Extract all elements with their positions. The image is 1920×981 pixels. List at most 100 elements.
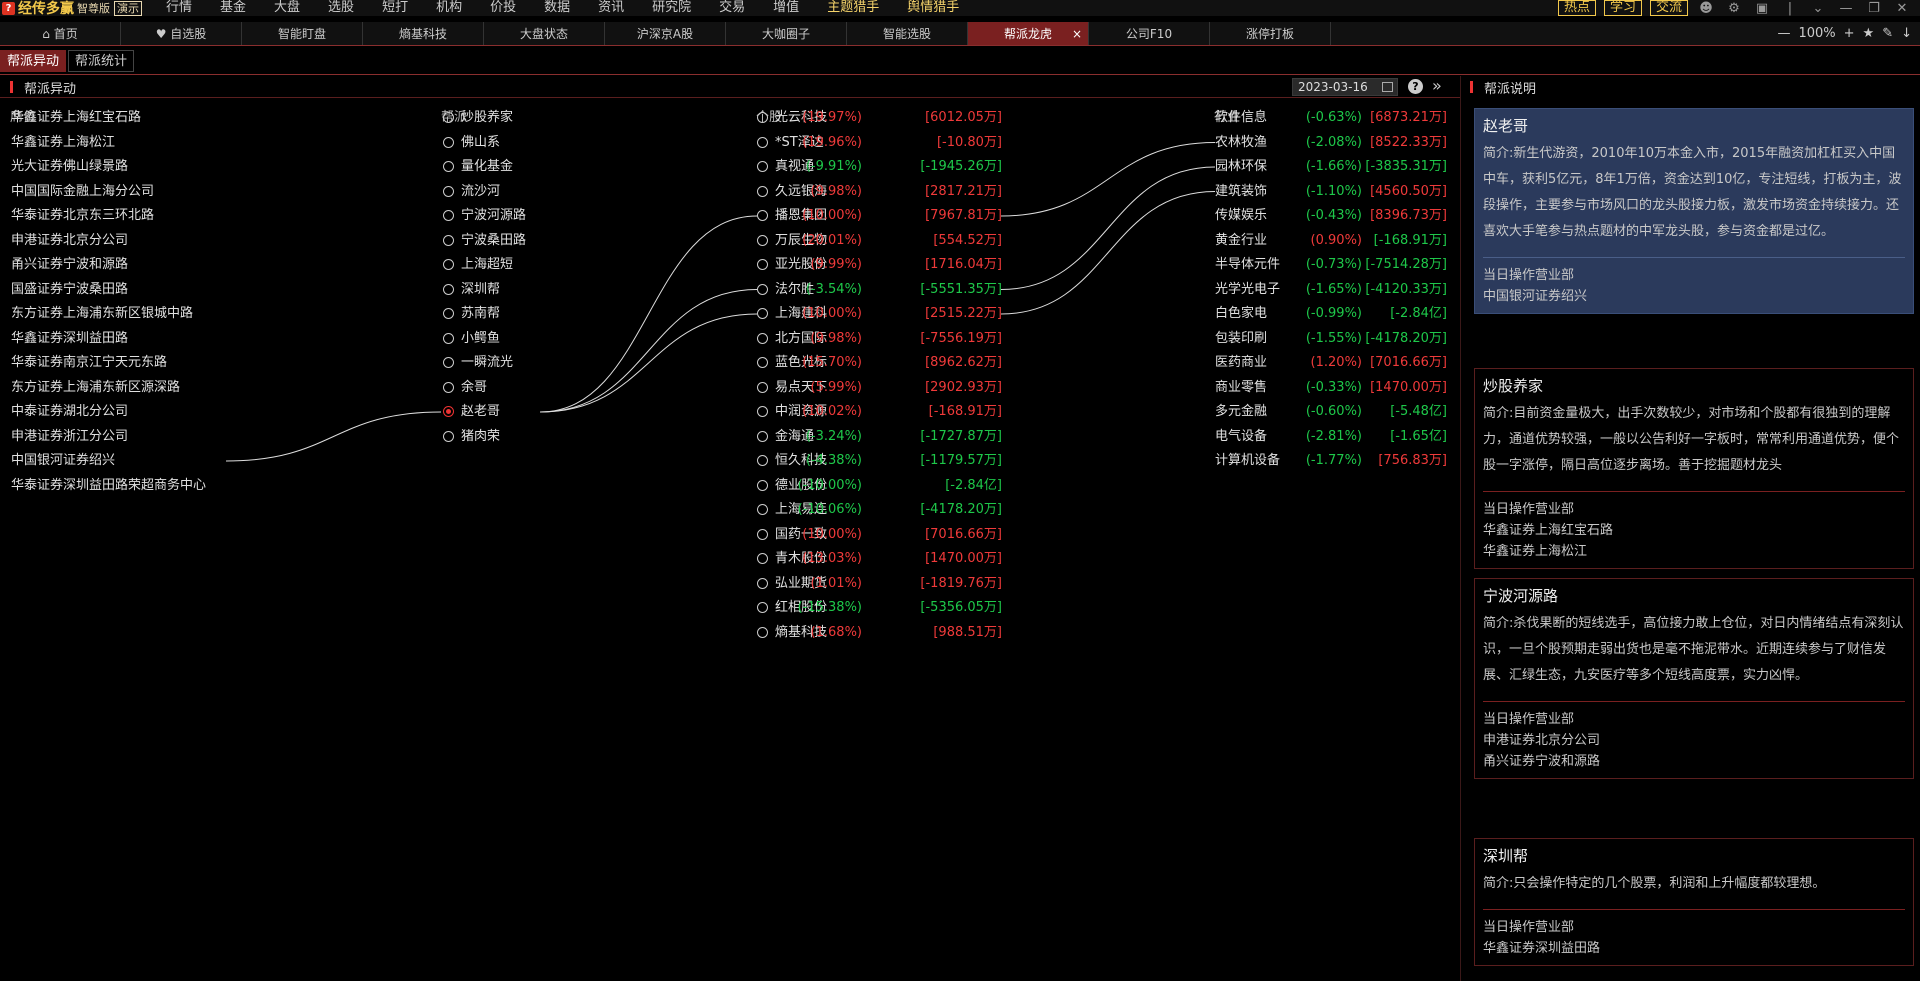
- industry-row[interactable]: 计算机设备 (-1.77%) [756.83万]: [1215, 451, 1447, 471]
- tab-item[interactable]: ♥ 自选股: [121, 22, 242, 45]
- stock-row[interactable]: 易点天下 (5.99%) [2902.93万]: [757, 378, 1002, 398]
- seat-row[interactable]: 申港证券浙江分公司: [11, 427, 128, 447]
- gang-card[interactable]: 深圳帮 简介:只会操作特定的几个股票，利润和上升幅度都较理想。 当日操作营业部 华鑫证…: [1474, 838, 1914, 966]
- seat-row[interactable]: 甬兴证券宁波和源路: [11, 255, 128, 275]
- tab-item[interactable]: 涨停打板: [1210, 22, 1331, 45]
- stock-radio[interactable]: [757, 430, 768, 442]
- stock-row[interactable]: 青木股份 (13.03%) [1470.00万]: [757, 549, 1002, 569]
- industry-row[interactable]: 建筑装饰 (-1.10%) [4560.50万]: [1215, 182, 1447, 202]
- menu-item[interactable]: 交易: [705, 0, 759, 16]
- stock-radio[interactable]: [757, 112, 768, 123]
- seat-row[interactable]: 中泰证券湖北分公司: [11, 402, 128, 422]
- stock-row[interactable]: 国药一致 (10.00%) [7016.66万]: [757, 525, 1002, 545]
- gang-row[interactable]: 宁波桑田路: [443, 231, 563, 251]
- seat-row[interactable]: 中国银河证券绍兴: [11, 451, 115, 471]
- gang-row[interactable]: 余哥: [443, 378, 563, 398]
- industry-row[interactable]: 包装印刷 (-1.55%) [-4178.20万]: [1215, 329, 1447, 349]
- menu-item[interactable]: 机构: [422, 0, 476, 16]
- gang-row[interactable]: 赵老哥: [443, 402, 563, 422]
- layout-icon[interactable]: ▣: [1752, 1, 1772, 16]
- stock-radio[interactable]: [757, 406, 768, 417]
- stock-radio[interactable]: [757, 553, 768, 564]
- sub-tab[interactable]: 帮派统计: [68, 50, 135, 72]
- gang-card[interactable]: 炒股养家 简介:目前资金量极大，出手次数较少，对市场和个股都有很独到的理解力，通道…: [1474, 368, 1914, 569]
- gang-row[interactable]: 小鳄鱼: [443, 329, 563, 349]
- seat-row[interactable]: 东方证券上海浦东新区源深路: [11, 378, 180, 398]
- gang-radio[interactable]: [443, 136, 454, 148]
- stock-radio[interactable]: [757, 381, 768, 393]
- edit-icon[interactable]: ✎: [1882, 26, 1893, 41]
- gang-radio[interactable]: [443, 381, 454, 393]
- industry-row[interactable]: 光学光电子 (-1.65%) [-4120.33万]: [1215, 280, 1447, 300]
- stock-radio[interactable]: [757, 283, 768, 295]
- gang-radio[interactable]: [443, 357, 454, 368]
- stock-row[interactable]: 上海易连 (-10.06%) [-4178.20万]: [757, 500, 1002, 520]
- stock-radio[interactable]: [757, 577, 768, 589]
- menu-item[interactable]: 行情: [152, 0, 206, 16]
- menu-item[interactable]: 大盘: [260, 0, 314, 16]
- gang-row[interactable]: 佛山系: [443, 133, 563, 153]
- gang-radio[interactable]: [443, 185, 454, 197]
- stock-row[interactable]: 光云科技 (19.97%) [6012.05万]: [757, 108, 1002, 128]
- menu-item[interactable]: 选股: [314, 0, 368, 16]
- stock-row[interactable]: 弘业期货 (1.01%) [-1819.76万]: [757, 574, 1002, 594]
- seat-row[interactable]: 光大证券佛山绿景路: [11, 157, 128, 177]
- date-picker[interactable]: 2023-03-16: [1292, 78, 1398, 96]
- gang-row[interactable]: 上海超短: [443, 255, 563, 275]
- user-icon[interactable]: ☻: [1696, 1, 1716, 16]
- seat-row[interactable]: 东方证券上海浦东新区银城中路: [11, 304, 193, 324]
- gang-row[interactable]: 深圳帮: [443, 280, 563, 300]
- tab-item[interactable]: 沪深京A股: [605, 22, 726, 45]
- gang-row[interactable]: 猪肉荣: [443, 427, 563, 447]
- menu-item[interactable]: 价投: [476, 0, 530, 16]
- help-icon[interactable]: ?: [1408, 79, 1423, 94]
- double-chevron-right-icon[interactable]: »: [1432, 76, 1442, 95]
- stock-row[interactable]: 法尔胜 (-3.54%) [-5551.35万]: [757, 280, 1002, 300]
- stock-radio[interactable]: [757, 210, 768, 221]
- stock-row[interactable]: 熵基科技 (1.68%) [988.51万]: [757, 623, 1002, 643]
- gang-radio[interactable]: [443, 161, 454, 172]
- stock-radio[interactable]: [757, 357, 768, 368]
- stock-row[interactable]: 亚光股份 (9.99%) [1716.04万]: [757, 255, 1002, 275]
- stock-row[interactable]: 万辰生物 (20.01%) [554.52万]: [757, 231, 1002, 251]
- stock-radio[interactable]: [757, 504, 768, 515]
- seat-row[interactable]: 华鑫证券上海红宝石路: [11, 108, 141, 128]
- gear-icon[interactable]: ⚙: [1724, 1, 1744, 16]
- stock-row[interactable]: 上海建科 (10.00%) [2515.22万]: [757, 304, 1002, 324]
- tab-item[interactable]: 帮派龙虎 ×: [968, 22, 1089, 45]
- stock-radio[interactable]: [757, 234, 768, 246]
- industry-row[interactable]: 软件信息 (-0.63%) [6873.21万]: [1215, 108, 1447, 128]
- gang-radio[interactable]: [443, 234, 454, 246]
- tab-close-icon[interactable]: ×: [1072, 22, 1082, 46]
- industry-row[interactable]: 白色家电 (-0.99%) [-2.84亿]: [1215, 304, 1447, 324]
- menu-item[interactable]: 主题猎手: [813, 0, 893, 16]
- stock-row[interactable]: 北方国际 (9.98%) [-7556.19万]: [757, 329, 1002, 349]
- zoom-in-icon[interactable]: +: [1844, 26, 1855, 41]
- stock-row[interactable]: 中润资源 (10.02%) [-168.91万]: [757, 402, 1002, 422]
- sub-tab[interactable]: 帮派异动: [0, 50, 67, 72]
- stock-radio[interactable]: [757, 259, 768, 270]
- tab-item[interactable]: ⌂ 首页: [0, 22, 121, 45]
- tab-item[interactable]: 智能选股: [847, 22, 968, 45]
- stock-radio[interactable]: [757, 479, 768, 491]
- gang-row[interactable]: 流沙河: [443, 182, 563, 202]
- industry-row[interactable]: 黄金行业 (0.90%) [-168.91万]: [1215, 231, 1447, 251]
- tab-item[interactable]: 大咖圈子: [726, 22, 847, 45]
- stock-radio[interactable]: [757, 185, 768, 197]
- industry-row[interactable]: 园林环保 (-1.66%) [-3835.31万]: [1215, 157, 1447, 177]
- industry-row[interactable]: 多元金融 (-0.60%) [-5.48亿]: [1215, 402, 1447, 422]
- gang-row[interactable]: 炒股养家: [443, 108, 563, 128]
- exchange-button[interactable]: 交流: [1649, 0, 1688, 16]
- seat-row[interactable]: 华鑫证券深圳益田路: [11, 329, 128, 349]
- stock-row[interactable]: 久远银海 (9.98%) [2817.21万]: [757, 182, 1002, 202]
- stock-radio[interactable]: [757, 161, 768, 172]
- gang-radio[interactable]: [443, 259, 454, 270]
- gang-radio[interactable]: [443, 112, 454, 123]
- stock-row[interactable]: *ST泽达 (19.96%) [-10.80万]: [757, 133, 1002, 153]
- seat-row[interactable]: 中国国际金融上海分公司: [11, 182, 154, 202]
- menu-item[interactable]: 数据: [530, 0, 584, 16]
- seat-row[interactable]: 华泰证券北京东三环北路: [11, 206, 154, 226]
- seat-row[interactable]: 华鑫证券上海松江: [11, 133, 115, 153]
- tab-item[interactable]: 熵基科技: [363, 22, 484, 45]
- restore-icon[interactable]: ❐: [1864, 1, 1884, 16]
